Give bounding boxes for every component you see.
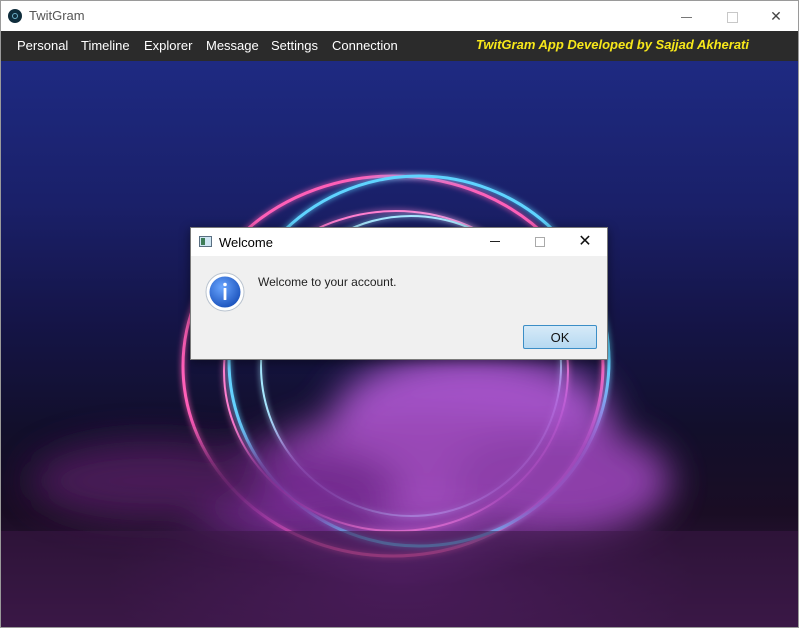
dialog-title-bar[interactable]: Welcome ✕	[191, 228, 607, 256]
welcome-dialog: Welcome ✕ Welcome to your account. OK	[190, 227, 608, 360]
window-title: TwitGram	[29, 8, 85, 23]
close-icon: ✕	[578, 233, 592, 250]
dialog-minimize-button[interactable]	[475, 228, 515, 256]
close-button[interactable]: ✕	[753, 1, 798, 31]
info-icon	[205, 272, 245, 312]
java-window-icon	[199, 236, 212, 247]
close-icon: ✕	[770, 8, 782, 24]
app-logo-icon	[8, 9, 22, 23]
dialog-close-button[interactable]: ✕	[565, 228, 605, 256]
developer-credit: TwitGram App Developed by Sajjad Akherat…	[475, 37, 749, 52]
minimize-icon	[680, 16, 692, 18]
maximize-icon	[535, 236, 545, 247]
minimize-icon	[490, 241, 500, 243]
title-bar[interactable]: TwitGram ✕	[1, 1, 798, 31]
menu-timeline[interactable]: Timeline	[81, 38, 130, 53]
maximize-icon	[726, 11, 738, 23]
menu-connection[interactable]: Connection	[332, 38, 398, 53]
menu-personal[interactable]: Personal	[17, 38, 68, 53]
menu-settings[interactable]: Settings	[271, 38, 318, 53]
app-window: TwitGram ✕ Personal Timeline Explorer Me…	[0, 0, 799, 628]
menu-message[interactable]: Message	[206, 38, 259, 53]
menu-explorer[interactable]: Explorer	[144, 38, 192, 53]
dialog-title: Welcome	[219, 235, 273, 250]
maximize-button[interactable]	[709, 1, 755, 31]
dialog-maximize-button[interactable]	[520, 228, 560, 256]
menu-bar: Personal Timeline Explorer Message Setti…	[1, 31, 798, 61]
background-image: Welcome ✕ Welcome to your account. OK	[1, 61, 798, 627]
dialog-message: Welcome to your account.	[258, 275, 397, 289]
minimize-button[interactable]	[663, 1, 709, 31]
ok-button[interactable]: OK	[523, 325, 597, 349]
